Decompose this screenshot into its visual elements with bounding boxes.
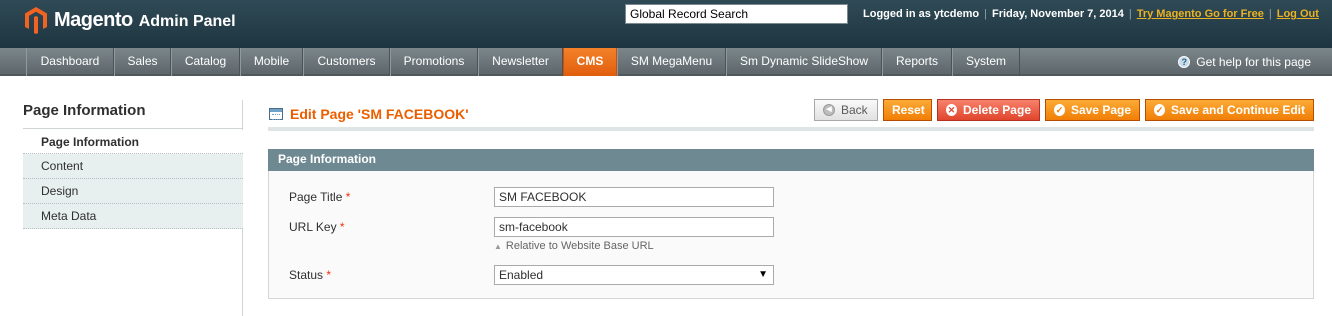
page-title-label-text: Page Title [289,190,343,204]
nav-promotions[interactable]: Promotions [390,48,478,76]
url-key-label-text: URL Key [289,220,337,234]
status-select[interactable]: Enabled ▼ [494,265,774,285]
help-link[interactable]: ? Get help for this page [1178,48,1311,76]
back-button-label: Back [841,103,868,117]
chevron-down-icon: ▼ [758,269,768,280]
page-edit-icon [269,108,283,120]
required-mark: * [345,190,351,204]
sidebar-title: Page Information [23,102,146,119]
url-key-input[interactable] [494,217,774,237]
url-key-note-text: Relative to Website Base URL [505,240,654,252]
tab-meta-data[interactable]: Meta Data [23,204,243,229]
note-arrow-icon: ▲ [494,242,502,251]
global-search-input[interactable] [625,4,848,24]
try-magento-go-link[interactable]: Try Magento Go for Free [1137,8,1264,20]
required-mark: * [326,268,332,282]
nav-reports[interactable]: Reports [882,48,952,76]
page-title-input[interactable] [494,187,774,207]
magento-logo-icon [25,7,47,34]
nav-newsletter[interactable]: Newsletter [478,48,563,76]
sidebar-tabs: Page Information Content Design Meta Dat… [23,130,243,229]
back-button[interactable]: ◀ Back [814,99,878,121]
nav-mobile[interactable]: Mobile [240,48,303,76]
tab-design[interactable]: Design [23,179,243,204]
delete-button-label: Delete Page [962,103,1031,117]
save-and-continue-button[interactable]: ✓ Save and Continue Edit [1145,99,1314,121]
check-icon: ✓ [1054,104,1065,116]
arrow-left-icon: ◀ [823,104,835,116]
nav-sm-megamenu[interactable]: SM MegaMenu [617,48,726,76]
date-text: Friday, November 7, 2014 [992,8,1124,20]
tab-page-information[interactable]: Page Information [23,130,243,154]
separator: | [1268,8,1272,20]
required-mark: * [339,220,345,234]
help-icon: ? [1178,56,1191,68]
status-label: Status * [289,268,331,282]
separator: | [1128,8,1132,20]
logout-link[interactable]: Log Out [1277,8,1319,20]
main-nav: Dashboard Sales Catalog Mobile Customers… [0,48,1332,76]
nav-cms[interactable]: CMS [563,48,617,76]
save-page-button[interactable]: ✓ Save Page [1045,99,1140,121]
help-text: Get help for this page [1196,54,1311,69]
tab-content[interactable]: Content [23,154,243,179]
reset-button[interactable]: Reset [883,99,932,121]
divider [23,128,243,129]
save-button-label: Save Page [1070,103,1131,117]
delete-page-button[interactable]: ✕ Delete Page [937,99,1040,121]
logo-text: Magento [54,8,133,31]
admin-header: Magento Admin Panel Logged in as ytcdemo… [0,0,1332,48]
fieldset-body [268,171,1314,299]
reset-button-label: Reset [892,103,925,117]
status-select-value: Enabled [499,268,544,282]
fieldset-title: Page Information [268,149,1314,171]
page-title: Edit Page 'SM FACEBOOK' [290,106,469,122]
nav-system[interactable]: System [952,48,1020,76]
url-key-note: ▲ Relative to Website Base URL [494,240,654,252]
nav-customers[interactable]: Customers [303,48,390,76]
logged-in-text: Logged in as ytcdemo [863,8,980,20]
nav-catalog[interactable]: Catalog [171,48,240,76]
delete-icon: ✕ [946,104,957,116]
separator: | [984,8,987,20]
url-key-label: URL Key * [289,220,345,234]
nav-sm-dynamic-slideshow[interactable]: Sm Dynamic SlideShow [726,48,882,76]
nav-dashboard[interactable]: Dashboard [26,48,114,76]
save-continue-button-label: Save and Continue Edit [1170,103,1305,117]
divider [268,127,1314,131]
nav-sales[interactable]: Sales [114,48,171,76]
header-links: Logged in as ytcdemo | Friday, November 7,… [863,8,1319,20]
page-title-label: Page Title * [289,190,350,204]
magento-logo[interactable]: Magento Admin Panel [24,6,236,34]
status-label-text: Status [289,268,324,282]
check-icon: ✓ [1154,104,1165,116]
logo-subtitle: Admin Panel [138,12,236,30]
